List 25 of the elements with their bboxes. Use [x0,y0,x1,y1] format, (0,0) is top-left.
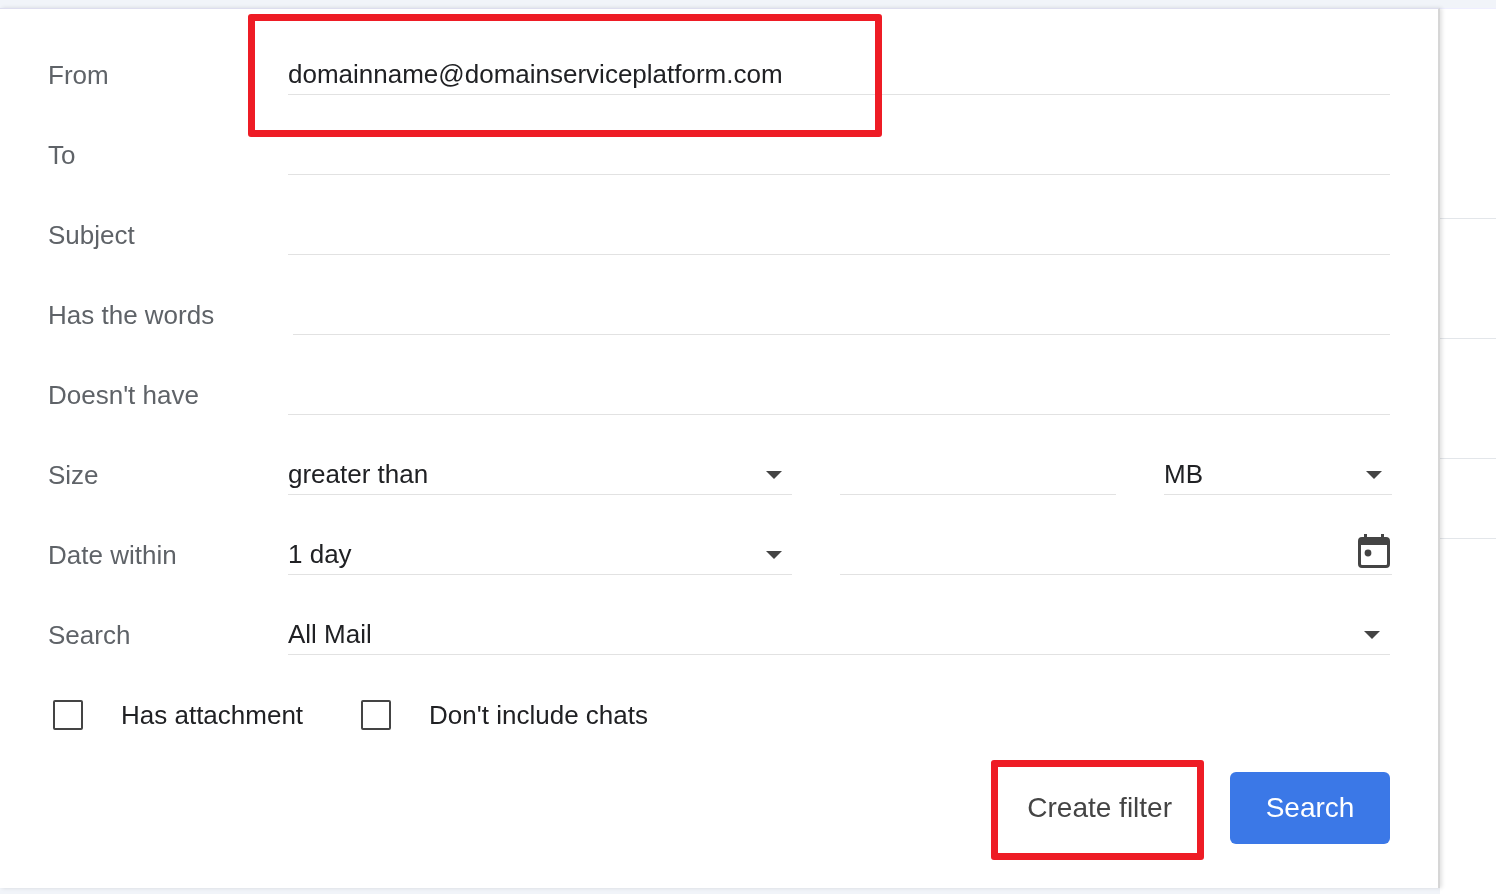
comparison-dropdown[interactable]: greater than [288,455,792,495]
caret-icon [1364,630,1380,639]
text-field[interactable]: domainname@domainserviceplatform.com [288,55,1390,95]
create-filter-button[interactable]: Create filter [1009,772,1190,844]
field-label: Size [48,459,100,491]
field-label: To [48,139,77,171]
field-label: Has the words [48,299,216,331]
field-label: Date within [48,539,178,571]
caret-icon [766,470,782,479]
caret-icon [1366,470,1382,479]
caret-icon [766,550,782,559]
date-field[interactable] [840,535,1392,575]
date-range-dropdown[interactable]: 1 day [288,535,792,575]
field-label: From [48,59,110,91]
field-label: Search [48,619,132,651]
checkbox-label: Has attachment [121,699,304,731]
field-label: Subject [48,219,136,251]
mailbox-dropdown[interactable]: All Mail [288,615,1390,655]
checkbox[interactable] [53,700,83,730]
search-button[interactable]: Search [1230,772,1390,844]
unit-dropdown[interactable]: MB [1164,455,1392,495]
field-label: Doesn't have [48,379,200,411]
checkbox-label: Don't include chats [429,699,648,731]
checkbox[interactable] [361,700,392,730]
calendar-icon[interactable] [1358,533,1390,568]
